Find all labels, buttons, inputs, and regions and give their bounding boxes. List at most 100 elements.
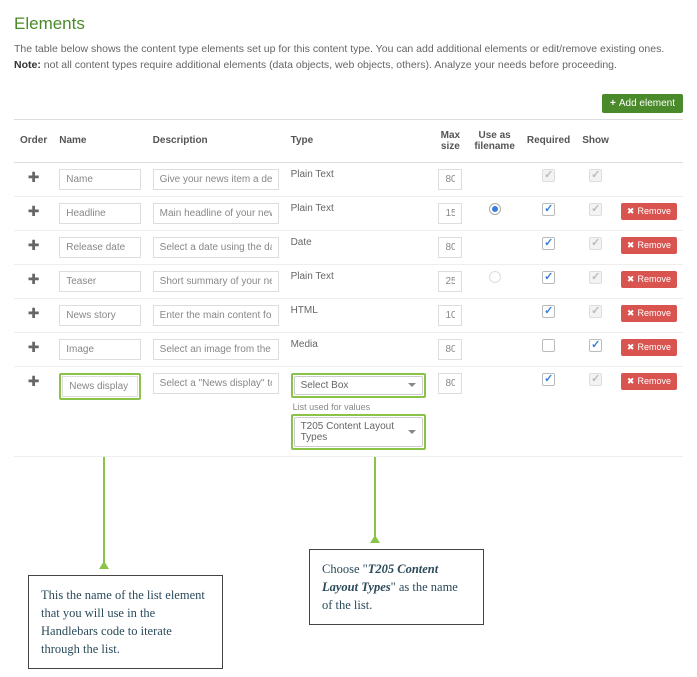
- page-title: Elements: [14, 14, 683, 34]
- description-input[interactable]: [153, 169, 279, 190]
- description-input[interactable]: [153, 305, 279, 326]
- drag-handle[interactable]: ✚: [14, 298, 53, 332]
- name-input[interactable]: [59, 237, 140, 258]
- max-size-input[interactable]: [438, 271, 462, 292]
- th-show: Show: [576, 119, 615, 162]
- th-file: Use as filename: [468, 119, 521, 162]
- intro-line1: The table below shows the content type e…: [14, 43, 664, 55]
- close-icon: ✖: [627, 206, 635, 217]
- max-size-input[interactable]: [438, 339, 462, 360]
- plus-icon: +: [610, 98, 616, 109]
- close-icon: ✖: [627, 240, 635, 251]
- close-icon: ✖: [627, 342, 635, 353]
- close-icon: ✖: [627, 376, 635, 387]
- type-label: Plain Text: [291, 271, 334, 282]
- list-select[interactable]: T205 Content Layout Types: [294, 417, 424, 447]
- description-input[interactable]: [153, 203, 279, 224]
- required-checkbox[interactable]: [542, 271, 555, 284]
- show-checkbox: [589, 271, 602, 284]
- elements-table: Order Name Description Type Max size Use…: [14, 119, 683, 457]
- type-label: Media: [291, 339, 318, 350]
- name-input[interactable]: [59, 169, 140, 190]
- drag-handle[interactable]: ✚: [14, 332, 53, 366]
- type-label: HTML: [291, 305, 318, 316]
- intro-note-text: not all content types require additional…: [41, 59, 617, 71]
- arrow-head-icon: [370, 535, 380, 543]
- description-input[interactable]: [153, 271, 279, 292]
- remove-button[interactable]: ✖ Remove: [621, 373, 677, 390]
- drag-handle[interactable]: ✚: [14, 230, 53, 264]
- required-checkbox[interactable]: [542, 203, 555, 216]
- table-row: ✚ Select Box List used for values T205 Cont…: [14, 366, 683, 456]
- chevron-down-icon: [408, 383, 416, 387]
- table-row: ✚Plain Text: [14, 162, 683, 196]
- table-row: ✚ Plain Text ✖ Remove: [14, 264, 683, 298]
- max-size-input[interactable]: [438, 169, 462, 190]
- name-input[interactable]: [59, 203, 140, 224]
- table-row: ✚ Media ✖ Remove: [14, 332, 683, 366]
- show-checkbox[interactable]: [589, 339, 602, 352]
- th-max: Max size: [432, 119, 468, 162]
- remove-button[interactable]: ✖ Remove: [621, 237, 677, 254]
- name-input[interactable]: [59, 305, 140, 326]
- annotation-arrow: [103, 457, 105, 569]
- required-checkbox[interactable]: [542, 305, 555, 318]
- show-checkbox: [589, 237, 602, 250]
- type-select-value: Select Box: [301, 380, 349, 391]
- required-checkbox: [542, 169, 555, 182]
- table-row: ✚ Date ✖ Remove: [14, 230, 683, 264]
- remove-button[interactable]: ✖ Remove: [621, 339, 677, 356]
- show-checkbox: [589, 373, 602, 386]
- type-select[interactable]: Select Box: [294, 376, 424, 395]
- th-req: Required: [521, 119, 576, 162]
- description-input[interactable]: [153, 339, 279, 360]
- name-input[interactable]: [62, 376, 137, 397]
- th-order: Order: [14, 119, 53, 162]
- add-element-button[interactable]: + Add element: [602, 94, 683, 113]
- name-input[interactable]: [59, 339, 140, 360]
- close-icon: ✖: [627, 274, 635, 285]
- arrow-head-icon: [99, 561, 109, 569]
- callout-box: This the name of the list element that y…: [28, 575, 223, 670]
- remove-button[interactable]: ✖ Remove: [621, 203, 677, 220]
- max-size-input[interactable]: [438, 373, 462, 394]
- highlight-box: [59, 373, 140, 400]
- remove-label: Remove: [637, 308, 671, 318]
- table-row: ✚ HTML ✖ Remove: [14, 298, 683, 332]
- close-icon: ✖: [627, 308, 635, 319]
- list-sub-label: List used for values: [293, 402, 427, 412]
- max-size-input[interactable]: [438, 237, 462, 258]
- required-checkbox[interactable]: [542, 339, 555, 352]
- callout-text-a: Choose ": [322, 562, 368, 576]
- add-element-label: Add element: [619, 98, 675, 109]
- highlight-box: Select Box: [291, 373, 427, 398]
- max-size-input[interactable]: [438, 203, 462, 224]
- filename-radio[interactable]: [489, 271, 501, 283]
- drag-handle[interactable]: ✚: [14, 162, 53, 196]
- description-input[interactable]: [153, 237, 279, 258]
- intro-note-label: Note:: [14, 59, 41, 71]
- remove-button[interactable]: ✖ Remove: [621, 271, 677, 288]
- th-name: Name: [53, 119, 146, 162]
- description-input[interactable]: [153, 373, 279, 394]
- intro-text: The table below shows the content type e…: [14, 42, 683, 74]
- type-label: Date: [291, 237, 312, 248]
- remove-button[interactable]: ✖ Remove: [621, 305, 677, 322]
- remove-label: Remove: [637, 206, 671, 216]
- type-label: Plain Text: [291, 203, 334, 214]
- drag-handle[interactable]: ✚: [14, 366, 53, 456]
- filename-radio[interactable]: [489, 203, 501, 215]
- th-desc: Description: [147, 119, 285, 162]
- remove-label: Remove: [637, 274, 671, 284]
- drag-handle[interactable]: ✚: [14, 196, 53, 230]
- name-input[interactable]: [59, 271, 140, 292]
- show-checkbox: [589, 305, 602, 318]
- callout-text: This the name of the list element that y…: [41, 588, 205, 656]
- table-row: ✚ Plain Text ✖ Remove: [14, 196, 683, 230]
- required-checkbox[interactable]: [542, 237, 555, 250]
- remove-label: Remove: [637, 376, 671, 386]
- chevron-down-icon: [408, 430, 416, 434]
- required-checkbox[interactable]: [542, 373, 555, 386]
- max-size-input[interactable]: [438, 305, 462, 326]
- drag-handle[interactable]: ✚: [14, 264, 53, 298]
